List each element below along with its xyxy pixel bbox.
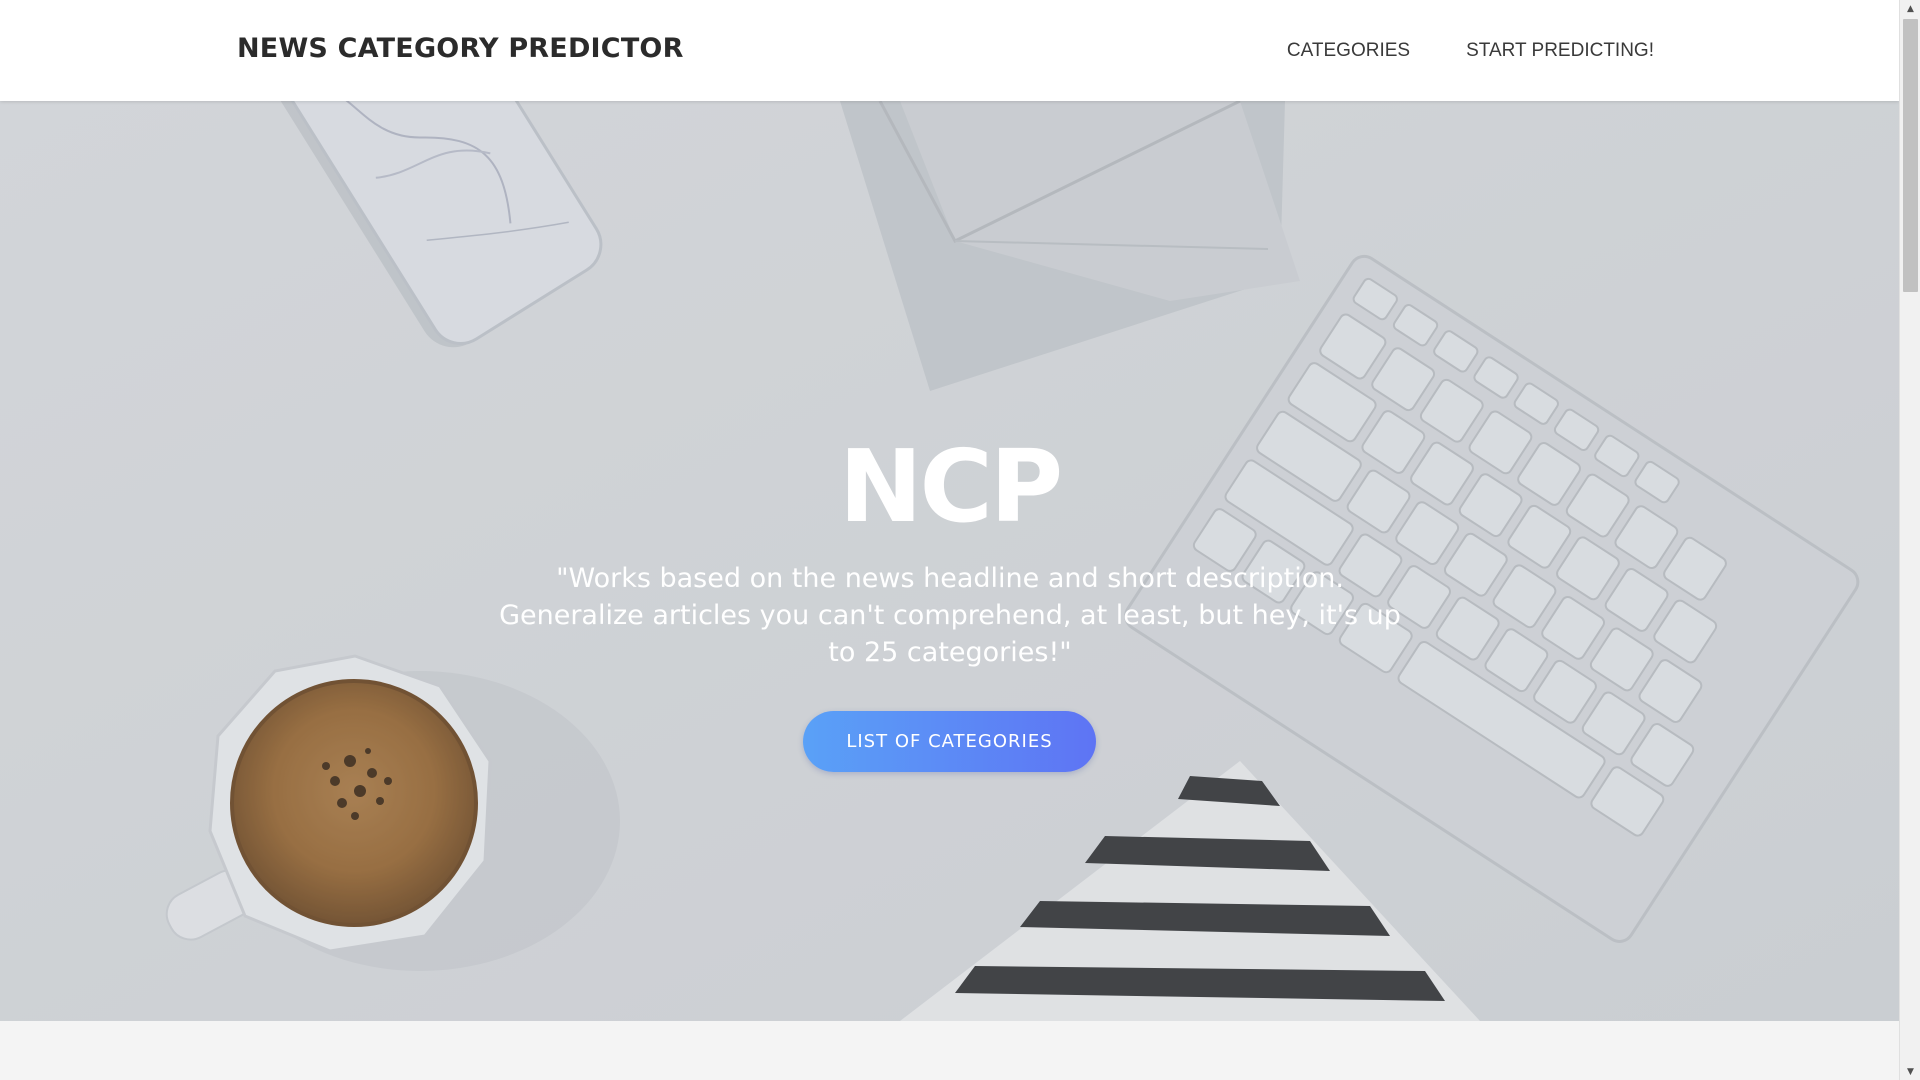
scroll-up-arrow-icon[interactable]: ▲ xyxy=(1900,0,1920,17)
navbar: NEWS CATEGORY PREDICTOR CATEGORIES START… xyxy=(0,0,1899,101)
hero-title: NCP xyxy=(838,428,1063,545)
hero-content: NCP "Works based on the news headline an… xyxy=(0,101,1899,1021)
page: NEWS CATEGORY PREDICTOR CATEGORIES START… xyxy=(0,0,1899,1080)
hero-quote: "Works based on the news headline and sh… xyxy=(499,563,1401,668)
scrollbar-thumb[interactable] xyxy=(1903,19,1918,292)
nav-link-start-predicting[interactable]: START PREDICTING! xyxy=(1466,40,1654,62)
scroll-down-arrow-icon[interactable]: ▼ xyxy=(1900,1063,1920,1080)
next-section-top xyxy=(0,1021,1899,1080)
list-of-categories-button[interactable]: LIST OF CATEGORIES xyxy=(803,711,1096,772)
brand-logo-text[interactable]: NEWS CATEGORY PREDICTOR xyxy=(237,33,684,64)
hero-section: NCP "Works based on the news headline an… xyxy=(0,101,1899,1021)
page-scrollbar[interactable]: ▲ ▼ xyxy=(1899,0,1920,1080)
nav-link-categories[interactable]: CATEGORIES xyxy=(1287,40,1410,62)
nav-links: CATEGORIES START PREDICTING! xyxy=(1287,40,1654,62)
